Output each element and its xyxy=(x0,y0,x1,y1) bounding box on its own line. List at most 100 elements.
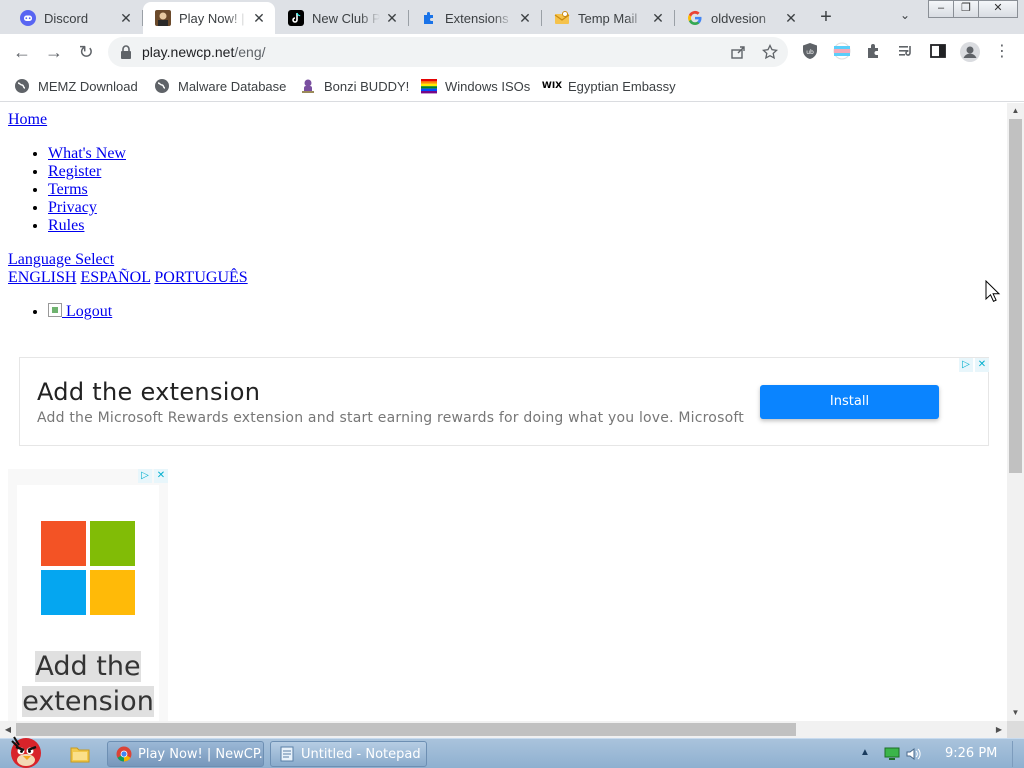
close-icon[interactable]: ✕ xyxy=(118,10,134,26)
system-clock[interactable]: 9:26 PM xyxy=(945,746,997,761)
ublock-icon[interactable]: ub xyxy=(801,42,819,60)
chevron-down-icon[interactable]: ⌄ xyxy=(896,8,914,26)
ad-banner[interactable]: Add the extension Add the Microsoft Rewa… xyxy=(19,357,989,446)
list-item: Register xyxy=(48,163,126,181)
install-button[interactable]: Install xyxy=(760,385,939,419)
bookmark-windows-isos[interactable]: Windows ISOs xyxy=(421,76,530,96)
scrollbar-corner xyxy=(1007,721,1024,738)
taskbar-button-label: Play Now! | NewCP... xyxy=(138,746,264,762)
scrollbar-thumb[interactable] xyxy=(1009,119,1022,473)
reload-button[interactable]: ↻ xyxy=(74,40,98,64)
forward-button[interactable]: → xyxy=(42,40,66,64)
ad-tall-heading-line1: Add the xyxy=(35,651,141,682)
globe-icon xyxy=(154,78,170,94)
tab-extensions[interactable]: Extensions ✕ xyxy=(409,2,541,34)
ad-tall-heading: Add the extension xyxy=(8,649,168,719)
start-button-angry-bird-icon[interactable] xyxy=(2,733,50,768)
logout-link[interactable]: Logout xyxy=(48,303,112,320)
close-window-button[interactable]: ✕ xyxy=(978,0,1018,18)
horizontal-scrollbar[interactable]: ◀ ▶ xyxy=(0,721,1007,738)
chrome-icon xyxy=(116,746,132,762)
notepad-icon xyxy=(280,746,294,762)
scroll-down-arrow-icon[interactable]: ▼ xyxy=(1007,705,1024,721)
privacy-link[interactable]: Privacy xyxy=(48,199,97,216)
register-link[interactable]: Register xyxy=(48,163,101,180)
side-panel-icon[interactable] xyxy=(929,42,947,60)
page-viewport: Home What's New Register Terms Privacy R… xyxy=(0,103,1007,721)
restore-button[interactable]: ❐ xyxy=(953,0,979,18)
newcp-icon xyxy=(155,10,171,26)
tab-title: Play Now! | NewCP xyxy=(179,10,247,26)
tab-temp-mail[interactable]: Temp Mail ✕ xyxy=(542,2,674,34)
lock-icon xyxy=(121,45,131,59)
microsoft-logo-icon xyxy=(41,521,135,615)
home-link[interactable]: Home xyxy=(8,111,47,129)
list-item: Privacy xyxy=(48,199,126,217)
bookmark-egyptian-embassy[interactable]: WIX Egyptian Embassy xyxy=(542,76,676,96)
close-icon[interactable]: ✕ xyxy=(650,10,666,26)
scrollbar-thumb[interactable] xyxy=(16,723,796,736)
lang-espanol-link[interactable]: ESPAÑOL xyxy=(80,269,150,286)
puzzle-icon[interactable] xyxy=(865,42,883,60)
bookmark-label: Malware Database xyxy=(178,78,287,94)
url-text: play.newcp.net/eng/ xyxy=(142,44,266,60)
tray-expand-icon[interactable]: ▲ xyxy=(860,747,870,758)
terms-link[interactable]: Terms xyxy=(48,181,88,198)
tab-new-club[interactable]: New Club Penguin ✕ xyxy=(276,2,408,34)
close-icon[interactable]: ✕ xyxy=(384,10,400,26)
star-icon[interactable] xyxy=(762,44,778,60)
taskbar-chrome-button[interactable]: Play Now! | NewCP... xyxy=(107,741,264,767)
scroll-right-arrow-icon[interactable]: ▶ xyxy=(991,721,1007,738)
whats-new-link[interactable]: What's New xyxy=(48,145,126,162)
lang-portugues-link[interactable]: PORTUGUÊS xyxy=(154,269,247,286)
bookmark-memz[interactable]: MEMZ Download xyxy=(14,76,138,96)
close-icon[interactable]: ✕ xyxy=(783,10,799,26)
back-button[interactable]: ← xyxy=(10,40,34,64)
site-nav-list: What's New Register Terms Privacy Rules xyxy=(48,145,126,235)
taskbar: Play Now! | NewCP... Untitled - Notepad … xyxy=(0,736,1024,768)
account-list: Logout xyxy=(48,303,112,321)
language-select-link[interactable]: Language Select xyxy=(8,251,114,269)
microsoft-logo-square xyxy=(41,570,86,615)
mouse-cursor-icon xyxy=(985,280,1001,302)
mail-icon xyxy=(554,10,570,26)
ad-description: Add the Microsoft Rewards extension and … xyxy=(37,410,744,426)
volume-icon[interactable] xyxy=(906,747,922,761)
adchoices-icon[interactable]: ▷ xyxy=(959,358,973,372)
address-bar[interactable]: play.newcp.net/eng/ xyxy=(108,37,788,67)
scroll-up-arrow-icon[interactable]: ▲ xyxy=(1007,103,1024,119)
lang-english-link[interactable]: ENGLISH xyxy=(8,269,76,286)
profile-avatar-icon[interactable] xyxy=(960,42,980,62)
close-ad-icon[interactable]: ✕ xyxy=(975,358,989,372)
rules-link[interactable]: Rules xyxy=(48,217,84,234)
kebab-menu-icon[interactable]: ⋮ xyxy=(990,40,1014,64)
network-icon[interactable] xyxy=(884,747,900,761)
url-path: /eng/ xyxy=(234,44,266,60)
close-icon[interactable]: ✕ xyxy=(517,10,533,26)
minimize-button[interactable]: – xyxy=(928,0,954,18)
vertical-scrollbar[interactable]: ▲ ▼ xyxy=(1007,103,1024,721)
tab-play-now[interactable]: Play Now! | NewCP ✕ xyxy=(143,2,275,34)
tab-discord[interactable]: Discord ✕ xyxy=(8,2,142,34)
bookmark-label: Egyptian Embassy xyxy=(568,78,676,94)
ad-skyscraper[interactable]: ▷ ✕ Add the extension xyxy=(8,469,168,721)
ad-tall-heading-line2: extension xyxy=(22,686,154,717)
show-desktop-button[interactable] xyxy=(1012,741,1022,767)
close-icon[interactable]: ✕ xyxy=(251,10,267,26)
media-control-icon[interactable] xyxy=(897,42,915,60)
tab-strip: Discord ✕ Play Now! | NewCP ✕ New Club P… xyxy=(0,0,1024,34)
adchoices-icon[interactable]: ▷ xyxy=(138,469,152,483)
puzzle-icon xyxy=(421,10,437,26)
bookmark-malware-database[interactable]: Malware Database xyxy=(154,76,286,96)
share-icon[interactable] xyxy=(730,44,746,60)
new-tab-button[interactable]: + xyxy=(814,6,838,30)
url-host: play.newcp.net xyxy=(142,44,235,60)
bookmark-bonzi-buddy[interactable]: Bonzi BUDDY! xyxy=(300,76,409,96)
list-item: Rules xyxy=(48,217,126,235)
close-ad-icon[interactable]: ✕ xyxy=(154,469,168,483)
folder-icon[interactable] xyxy=(70,745,90,763)
tab-oldvesion[interactable]: oldvesion ✕ xyxy=(675,2,807,34)
tab-title: Temp Mail xyxy=(578,10,638,26)
taskbar-notepad-button[interactable]: Untitled - Notepad xyxy=(270,741,427,767)
flag-extension-icon[interactable] xyxy=(833,42,851,60)
